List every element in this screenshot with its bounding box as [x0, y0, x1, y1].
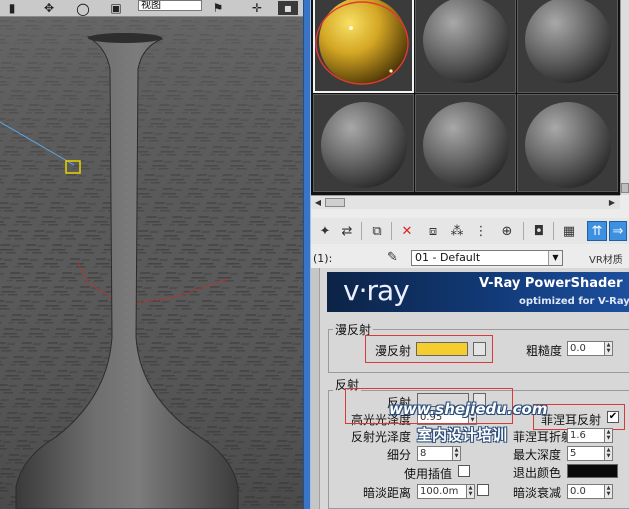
reference-coordinate-dropdown[interactable]: 视图 [138, 0, 202, 11]
sample-slot-1[interactable] [313, 0, 414, 93]
go-forward-icon[interactable]: ⇒ [609, 221, 627, 241]
spinner-arrows-icon[interactable]: ▲ ▼ [604, 484, 613, 499]
main-toolbar: ▮ ✥ ○ ▣ 视图 ⚑ ✛ ▪ [0, 0, 303, 18]
go-to-parent-icon[interactable]: ⇈ [587, 221, 607, 241]
subdivs-label: 细分 [387, 448, 412, 462]
copy-icon[interactable]: ⧈ [423, 221, 443, 241]
assign-to-selection-icon[interactable]: ⧉ [367, 221, 387, 241]
dim-falloff-label: 暗淡衰减 [513, 486, 562, 500]
sample-slot-6[interactable] [517, 94, 618, 192]
viewport-scene [0, 17, 303, 509]
material-name-dropdown[interactable]: 01 - Default ▼ [411, 250, 563, 266]
refl-gloss-label: 反射光泽度 [351, 430, 412, 444]
show-background-icon[interactable]: ▦ [559, 221, 579, 241]
watermark-url: www.shejiedu.com [389, 400, 548, 418]
vray-logo: v·ray [343, 274, 410, 307]
spinner-arrows-icon[interactable]: ▲ ▼ [604, 341, 613, 356]
max-depth-label: 最大深度 [513, 448, 562, 462]
fresnel-ior-value: 1.6 [570, 430, 586, 441]
sample-slot-3[interactable] [517, 0, 618, 93]
move-icon[interactable]: ✥ [38, 1, 60, 15]
watermark-text: 室内设计培训 [417, 426, 508, 444]
subdivs-value: 8 [420, 448, 427, 459]
dim-distance-value: 100.0m [420, 486, 459, 497]
reset-icon[interactable]: ✕ [397, 221, 417, 241]
roughness-spinner[interactable]: 0.0 ▲ ▼ [567, 341, 613, 356]
scroll-right-icon[interactable]: ▶ [606, 197, 618, 208]
select-move-icon[interactable]: ▮ [2, 1, 22, 15]
material-name-text: 01 - Default [415, 251, 481, 264]
scrollbar-thumb[interactable] [621, 183, 629, 193]
roughness-value: 0.0 [570, 343, 586, 354]
highlight-box-diffuse [365, 335, 493, 363]
chevron-down-icon[interactable]: ▼ [548, 251, 562, 265]
spinner-arrows-icon[interactable]: ▲ ▼ [452, 446, 461, 461]
slot-vertical-scrollbar[interactable] [620, 0, 629, 195]
exit-color-label: 退出颜色 [513, 466, 562, 480]
material-name-row: (1): ✎ 01 - Default ▼ VR材质 [311, 248, 629, 268]
material-editor-toolbar: ✦ ⇄ ⧉ ✕ ⧈ ⁂ ⋮ ⊕ ◘ ▦ ⇈ ⇒ [311, 218, 629, 244]
subdivs-spinner[interactable]: 8 ▲ ▼ [417, 446, 461, 461]
put-to-scene-icon[interactable]: ⇄ [337, 221, 357, 241]
fresnel-ior-spinner[interactable]: 1.6 ▲ ▼ [567, 428, 613, 443]
spinner-arrows-icon[interactable]: ▲ ▼ [604, 428, 613, 443]
material-id-icon[interactable]: ⊕ [497, 221, 517, 241]
spinner-arrows-icon[interactable]: ▲ ▼ [466, 484, 475, 499]
viewport-splitter[interactable] [303, 0, 311, 509]
slot-index-label: (1): [313, 252, 333, 265]
vray-banner-title: V-Ray PowerShader [479, 276, 623, 291]
use-interp-label: 使用插值 [404, 467, 453, 481]
material-type-button[interactable]: VR材质 [589, 251, 623, 266]
max-depth-value: 5 [570, 448, 577, 459]
dim-distance-spinner[interactable]: 100.0m ▲ ▼ [417, 484, 475, 499]
get-material-icon[interactable]: ✦ [315, 221, 335, 241]
vray-banner: v·ray V-Ray PowerShader optimized for V-… [327, 272, 629, 312]
scroll-left-icon[interactable]: ◀ [312, 197, 324, 208]
snap-icon[interactable]: ▪ [278, 1, 298, 15]
exit-color-swatch[interactable] [567, 464, 618, 478]
dim-falloff-spinner[interactable]: 0.0 ▲ ▼ [567, 484, 613, 499]
sample-slot-2[interactable] [415, 0, 516, 93]
scrollbar-thumb[interactable] [325, 198, 345, 207]
sample-slot-5[interactable] [415, 94, 516, 192]
max-depth-spinner[interactable]: 5 ▲ ▼ [567, 446, 613, 461]
use-interp-checkbox[interactable] [458, 465, 470, 477]
put-to-library-icon[interactable]: ⋮ [471, 221, 491, 241]
eyedropper-icon[interactable]: ✎ [387, 250, 398, 265]
pivot-icon[interactable]: ⚑ [206, 1, 230, 15]
rollout-scroll-strip[interactable] [311, 268, 320, 509]
vray-banner-subtitle: optimized for V-Ray [519, 296, 629, 307]
show-map-icon[interactable]: ◘ [529, 221, 549, 241]
parameter-rollouts: v·ray V-Ray PowerShader optimized for V-… [311, 268, 629, 509]
roughness-label: 粗糙度 [526, 344, 563, 358]
scale-icon[interactable]: ▣ [104, 1, 128, 15]
move-gizmo-icon[interactable]: ✛ [246, 1, 268, 15]
dim-falloff-value: 0.0 [570, 486, 586, 497]
perspective-viewport[interactable]: ▮ ✥ ○ ▣ 视图 ⚑ ✛ ▪ [0, 0, 303, 509]
spinner-arrows-icon[interactable]: ▲ ▼ [604, 446, 613, 461]
slot-horizontal-scrollbar[interactable]: ◀ ▶ [311, 195, 620, 209]
dim-distance-checkbox[interactable] [477, 484, 489, 496]
rotate-icon[interactable]: ○ [72, 0, 94, 18]
dim-distance-label: 暗淡距离 [363, 486, 412, 500]
sample-slot-grid [311, 0, 629, 195]
unique-icon[interactable]: ⁂ [447, 221, 467, 241]
sample-slot-4[interactable] [313, 94, 414, 192]
